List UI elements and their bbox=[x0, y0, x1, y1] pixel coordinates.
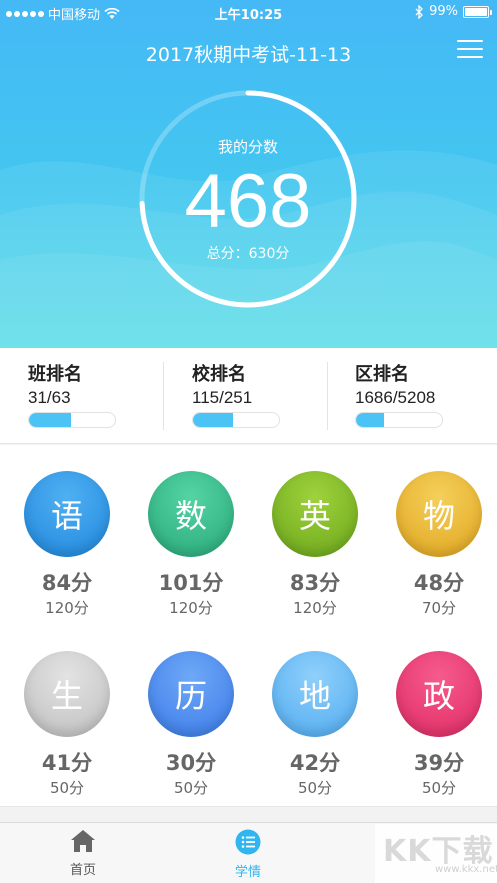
battery-percent: 99% bbox=[429, 4, 458, 19]
subject-full-score: 120分 bbox=[169, 599, 213, 617]
subject-ball[interactable]: 历 bbox=[148, 651, 234, 737]
subject-ball[interactable]: 地 bbox=[272, 651, 358, 737]
rank-value: 1686/5208 bbox=[355, 388, 436, 407]
rank-value: 115/251 bbox=[192, 388, 253, 407]
subject-full-score: 50分 bbox=[297, 779, 333, 797]
rank-progress-bar bbox=[355, 412, 443, 428]
status-bar: 中国移动 上午10:25 99% bbox=[0, 0, 497, 24]
subject-score: 42分 bbox=[289, 751, 341, 775]
score-value: 468 bbox=[184, 159, 312, 244]
class-rank[interactable]: 班排名 31/63 bbox=[28, 360, 178, 428]
subject-full-score: 120分 bbox=[293, 599, 337, 617]
list-icon bbox=[235, 829, 261, 855]
subject-score: 30分 bbox=[165, 751, 217, 775]
score-total: 总分：630分 bbox=[206, 246, 290, 262]
bluetooth-icon bbox=[415, 4, 424, 19]
watermark: KK下载 www.kkx.net bbox=[375, 824, 497, 883]
menu-icon[interactable] bbox=[457, 40, 483, 60]
subject-english[interactable]: 英 83分 120分 bbox=[253, 471, 377, 618]
rank-progress-bar bbox=[28, 412, 116, 428]
exam-title: 2017秋期中考试-11-13 bbox=[145, 44, 352, 66]
subject-full-score: 50分 bbox=[173, 779, 209, 797]
subject-physics[interactable]: 物 48分 70分 bbox=[377, 471, 497, 618]
district-rank[interactable]: 区排名 1686/5208 bbox=[355, 360, 497, 428]
subject-chinese[interactable]: 语 84分 120分 bbox=[5, 471, 129, 618]
subject-ball[interactable]: 语 bbox=[24, 471, 110, 557]
subject-ball[interactable]: 生 bbox=[24, 651, 110, 737]
rank-label: 班排名 bbox=[28, 364, 82, 385]
score-header: 中国移动 上午10:25 99% 2017秋期中考试-11-13 我的分数 46… bbox=[0, 0, 497, 348]
watermark-url: www.kkx.net bbox=[435, 864, 497, 875]
score-label: 我的分数 bbox=[217, 138, 278, 156]
divider bbox=[327, 362, 328, 430]
tab-home[interactable]: 首页 bbox=[33, 829, 133, 878]
rank-progress-bar bbox=[192, 412, 280, 428]
subject-score: 84分 bbox=[41, 571, 93, 595]
subject-score: 101分 bbox=[158, 571, 224, 595]
rank-label: 校排名 bbox=[192, 364, 246, 385]
subject-geography[interactable]: 地 42分 50分 bbox=[253, 651, 377, 798]
rank-label: 区排名 bbox=[355, 364, 409, 385]
subject-ball[interactable]: 英 bbox=[272, 471, 358, 557]
subject-full-score: 120分 bbox=[45, 599, 89, 617]
rank-section: 班排名 31/63 校排名 115/251 区排名 1686/5208 bbox=[0, 348, 497, 444]
subject-math[interactable]: 数 101分 120分 bbox=[129, 471, 253, 618]
subject-ball[interactable]: 数 bbox=[148, 471, 234, 557]
subject-score: 48分 bbox=[413, 571, 465, 595]
subject-politics[interactable]: 政 39分 50分 bbox=[377, 651, 497, 798]
divider bbox=[163, 362, 164, 430]
subject-full-score: 50分 bbox=[421, 779, 457, 797]
subject-full-score: 70分 bbox=[421, 599, 457, 617]
subject-ball[interactable]: 物 bbox=[396, 471, 482, 557]
subject-grid: 语 84分 120分 数 101分 120分 英 83分 120分 物 48分 … bbox=[0, 445, 497, 807]
tab-study[interactable]: 学情 bbox=[198, 829, 298, 880]
subject-score: 41分 bbox=[41, 751, 93, 775]
subject-biology[interactable]: 生 41分 50分 bbox=[5, 651, 129, 798]
subject-history[interactable]: 历 30分 50分 bbox=[129, 651, 253, 798]
home-icon bbox=[71, 830, 95, 852]
school-rank[interactable]: 校排名 115/251 bbox=[192, 360, 342, 428]
subject-full-score: 50分 bbox=[49, 779, 85, 797]
tab-label: 学情 bbox=[234, 865, 261, 880]
battery-icon bbox=[463, 5, 492, 18]
subject-score: 83分 bbox=[289, 571, 341, 595]
subject-score: 39分 bbox=[413, 751, 465, 775]
subject-ball[interactable]: 政 bbox=[396, 651, 482, 737]
tab-label: 首页 bbox=[69, 863, 96, 878]
rank-value: 31/63 bbox=[28, 388, 71, 407]
